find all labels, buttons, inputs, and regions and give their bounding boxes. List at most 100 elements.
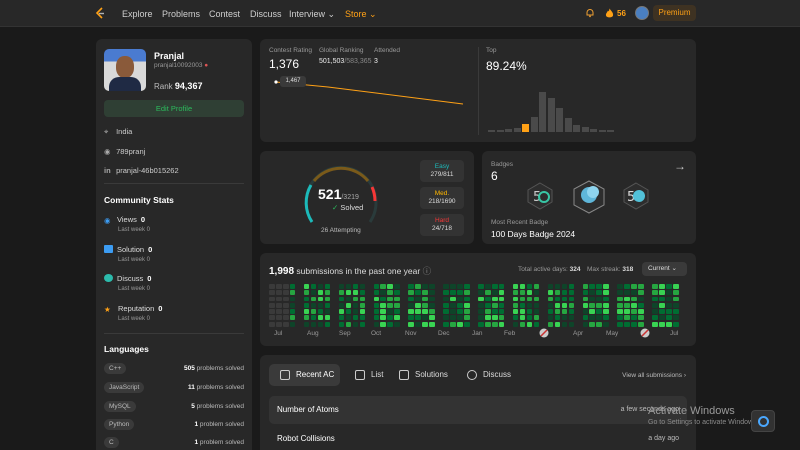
heatmap-cell [269, 296, 275, 302]
heatmap-cell [282, 290, 289, 296]
heatmap-cell [380, 302, 387, 308]
heatmap-cell [443, 309, 449, 314]
linkedin-link[interactable]: in pranjal-46b015262 [104, 166, 179, 175]
heatmap-cell [275, 290, 282, 296]
badge-100-days-icon[interactable]: 5 [622, 182, 650, 210]
tab-solutions[interactable]: Solutions [388, 364, 458, 386]
heatmap-cell [275, 309, 282, 314]
heatmap-cell [596, 302, 603, 308]
heatmap-cell [512, 290, 519, 296]
leetcode-logo-icon[interactable] [94, 7, 106, 20]
heatmap-cell [317, 315, 324, 321]
heatmap-cell [303, 315, 310, 321]
heatmap-cell [589, 321, 596, 327]
heatmap-cell [666, 284, 672, 289]
github-link[interactable]: ◉ 789pranj [104, 147, 145, 156]
stat-reputation: ★ Reputation 0 [104, 304, 163, 314]
nav-store[interactable]: Store ⌄ [345, 9, 377, 20]
heatmap-cell [659, 309, 665, 314]
heatmap-cell [317, 321, 324, 327]
easy-box[interactable]: Easy 279/811 [420, 160, 464, 182]
heatmap-cell [631, 309, 637, 314]
heatmap-cell [491, 321, 498, 327]
heatmap-cell [324, 321, 331, 327]
hard-box[interactable]: Hard 24/718 [420, 214, 464, 236]
heatmap-cell [568, 321, 575, 327]
heatmap-cell [324, 309, 331, 314]
heatmap-cell [624, 284, 630, 289]
recent-activity-card: Recent AC List Solutions Discuss View al… [260, 355, 696, 450]
heatmap-cell [373, 290, 380, 296]
nav-interview[interactable]: Interview ⌄ [289, 9, 335, 20]
bell-icon[interactable] [585, 8, 595, 18]
nav-contest[interactable]: Contest [209, 9, 240, 19]
tab-list[interactable]: List [344, 364, 392, 386]
heatmap-cell [457, 284, 463, 289]
heatmap-cell [380, 321, 387, 327]
help-chat-button[interactable] [751, 410, 775, 432]
heatmap-cell [631, 296, 637, 302]
heatmap-cell [289, 309, 296, 314]
premium-button[interactable]: Premium [653, 5, 696, 21]
nav-explore[interactable]: Explore [122, 9, 153, 19]
heatmap-cell [394, 290, 400, 296]
chat-bubble-icon [104, 274, 113, 282]
heatmap-cell [498, 309, 505, 314]
heatmap-cell [275, 302, 282, 308]
heatmap-cell [582, 309, 589, 314]
heatmap-cell [631, 302, 637, 308]
monthly-badge-icon[interactable] [640, 328, 650, 338]
fire-icon[interactable] [605, 8, 614, 19]
heatmap-cell [338, 290, 345, 296]
heatmap-cell [582, 321, 589, 327]
heatmap-cell [666, 290, 672, 296]
heatmap-cell [345, 315, 352, 321]
badge-annual-icon[interactable] [572, 180, 606, 214]
heatmap-cell [324, 290, 331, 296]
nav-problems[interactable]: Problems [162, 9, 200, 19]
submission-row[interactable]: Number of Atoms a few seconds ago [269, 396, 687, 424]
heatmap-cell [394, 284, 400, 289]
chevron-down-icon: ⌄ [671, 265, 677, 272]
tab-recent-ac[interactable]: Recent AC [269, 364, 340, 386]
medium-box[interactable]: Med. 218/1690 [420, 187, 464, 209]
submission-row[interactable]: Robot Collisions a day ago [269, 425, 687, 450]
tab-discuss[interactable]: Discuss [456, 364, 516, 386]
heatmap-cell [457, 296, 463, 302]
heatmap-cell [554, 315, 561, 321]
monthly-badge-icon[interactable] [539, 328, 549, 338]
heatmap-cell [589, 296, 596, 302]
heatmap-cell [450, 321, 456, 327]
user-avatar[interactable] [635, 6, 649, 20]
heatmap-cell [310, 302, 317, 308]
year-select[interactable]: Current ⌄ [642, 262, 687, 276]
heatmap-cell [659, 321, 665, 327]
arrow-right-icon[interactable]: → [674, 159, 686, 173]
heatmap-cell [380, 290, 387, 296]
heatmap-cell [498, 290, 505, 296]
month-label: Jul [274, 330, 283, 337]
heatmap-cell [394, 309, 400, 314]
heatmap-cell [422, 321, 428, 327]
heatmap-cell [526, 309, 533, 314]
info-icon[interactable]: ⓘ [423, 266, 432, 276]
badge-50-days-icon[interactable]: 5 [526, 182, 554, 210]
profile-rank: Rank 94,367 [154, 81, 203, 91]
contest-card: Contest Rating 1,376 Global Ranking 501,… [260, 39, 696, 142]
heatmap-cell [638, 284, 644, 289]
heatmap-cell [547, 309, 554, 314]
heatmap-cell [603, 296, 609, 302]
heatmap-cell [422, 290, 428, 296]
activate-windows-title: Activate Windows [648, 405, 735, 417]
histogram-bar [598, 130, 606, 132]
heatmap-cell [568, 315, 575, 321]
star-icon: ★ [104, 305, 111, 314]
submissions-card: 1,998 submissions in the past one year ⓘ… [260, 253, 696, 346]
view-all-submissions-link[interactable]: View all submissions › [622, 372, 686, 379]
heatmap-cell [269, 315, 275, 321]
heatmap-cell [408, 315, 414, 321]
edit-profile-button[interactable]: Edit Profile [104, 100, 244, 117]
heatmap-cell [547, 321, 554, 327]
nav-discuss[interactable]: Discuss [250, 9, 282, 19]
heatmap-cell [519, 302, 526, 308]
